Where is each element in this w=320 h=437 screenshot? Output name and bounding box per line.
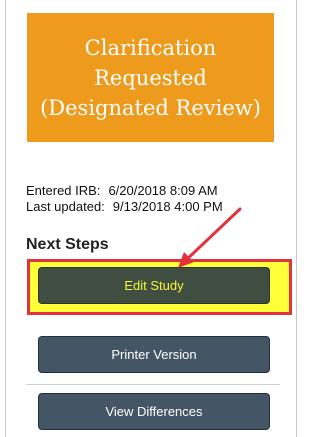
- annotation-arrow-icon: [178, 207, 242, 268]
